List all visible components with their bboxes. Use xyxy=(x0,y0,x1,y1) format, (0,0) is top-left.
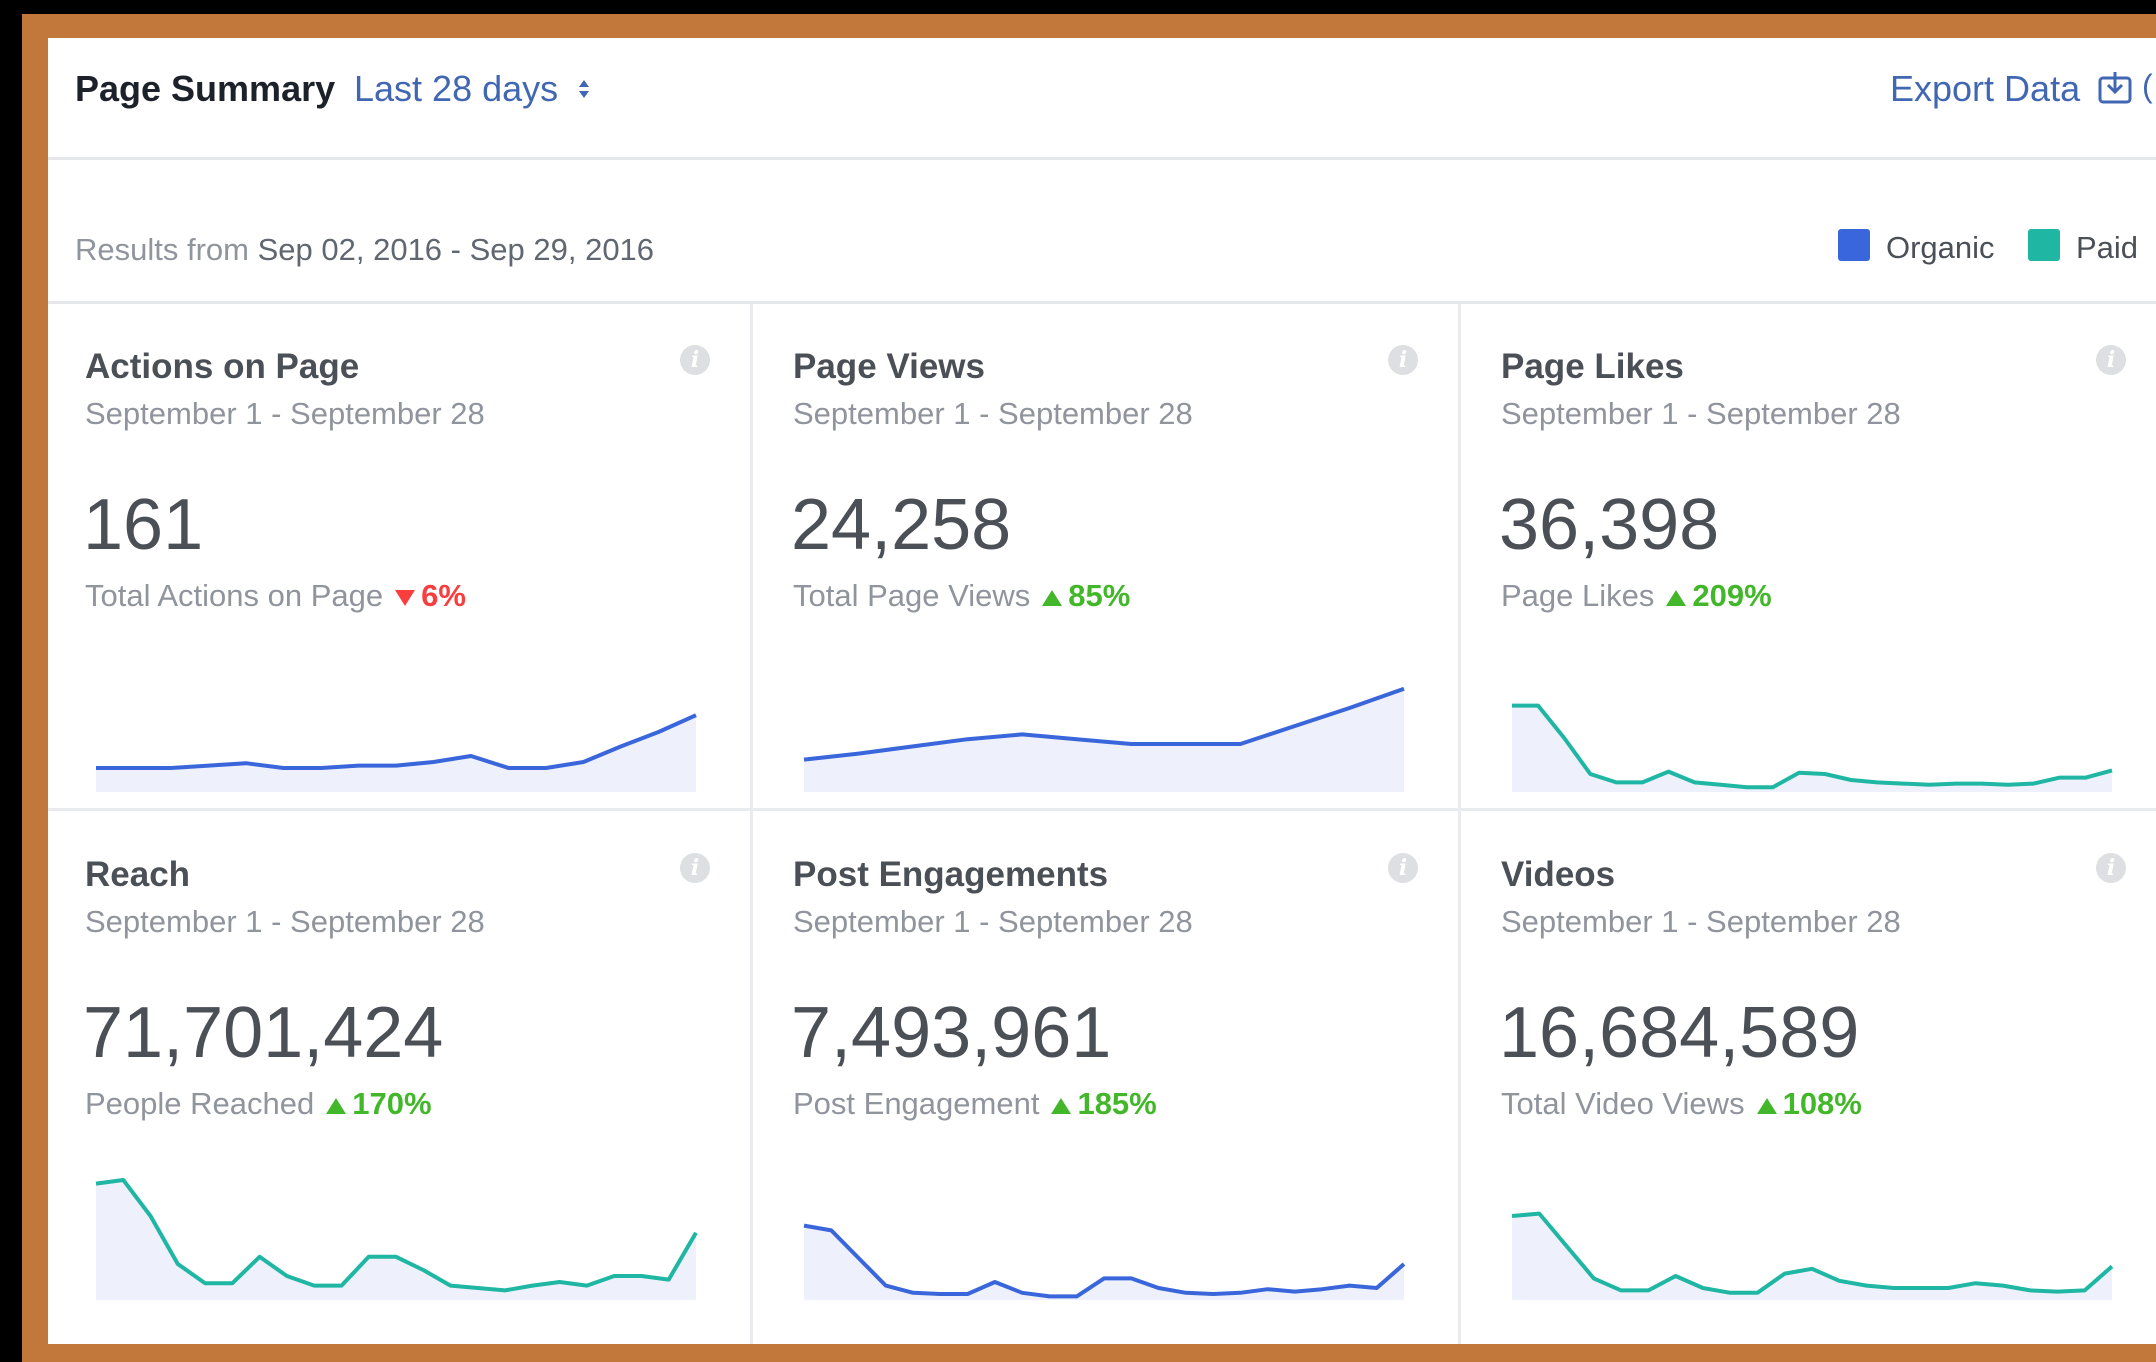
metric-card[interactable]: Actions on Page September 1 - September 2… xyxy=(48,304,748,844)
card-dates: September 1 - September 28 xyxy=(793,904,1193,939)
info-icon[interactable]: i xyxy=(2096,853,2126,883)
card-value: 71,701,424 xyxy=(83,993,444,1073)
metric-card[interactable]: Post Engagements September 1 - September … xyxy=(756,812,1456,1344)
results-dates: Sep 02, 2016 - Sep 29, 2016 xyxy=(257,232,655,267)
card-value: 24,258 xyxy=(791,485,1012,565)
card-title: Reach xyxy=(85,855,191,894)
export-partial-text: ( xyxy=(2142,68,2153,104)
card-title: Videos xyxy=(1501,855,1616,894)
info-icon[interactable]: i xyxy=(1388,853,1418,883)
sparkline-chart xyxy=(95,1178,698,1300)
legend-swatch-organic xyxy=(1838,229,1870,261)
legend-swatch-paid xyxy=(2028,229,2060,261)
card-change: 108% xyxy=(1782,1086,1862,1121)
card-label-text: Post Engagement xyxy=(793,1086,1040,1121)
export-icon[interactable] xyxy=(2096,68,2134,106)
trend-up-icon xyxy=(326,1097,347,1114)
card-dates: September 1 - September 28 xyxy=(85,396,485,431)
summary-header: Page Summary Last 28 days Export Data ( xyxy=(48,38,2156,160)
date-range-dropdown[interactable]: Last 28 days xyxy=(354,68,558,110)
card-value: 36,398 xyxy=(1499,485,1720,565)
card-dates: September 1 - September 28 xyxy=(793,396,1193,431)
page-title: Page Summary xyxy=(75,68,336,109)
results-bar: Results from Sep 02, 2016 - Sep 29, 2016… xyxy=(48,160,2156,304)
card-metric-label: Total Actions on Page 6% xyxy=(85,578,466,614)
sparkline-area xyxy=(96,1180,696,1300)
trend-up-icon xyxy=(1666,589,1687,606)
info-icon[interactable]: i xyxy=(680,345,710,375)
card-title: Page Likes xyxy=(1501,347,1684,386)
page-summary-panel: Page Summary Last 28 days Export Data ( … xyxy=(48,38,2156,1344)
trend-up-icon xyxy=(1042,589,1063,606)
grid-divider xyxy=(1458,304,1461,1344)
card-dates: September 1 - September 28 xyxy=(1501,396,1901,431)
card-label-text: Total Actions on Page xyxy=(85,578,384,613)
trend-up-icon xyxy=(1756,1097,1777,1114)
trend-up-icon xyxy=(1051,1097,1072,1114)
card-metric-label: Total Video Views 108% xyxy=(1501,1086,1862,1122)
card-change: 85% xyxy=(1068,578,1131,613)
card-change: 185% xyxy=(1077,1086,1157,1121)
export-data-link[interactable]: Export Data xyxy=(1890,68,2080,110)
metric-card[interactable]: Reach September 1 - September 28 i 71,701,4… xyxy=(48,812,748,1344)
card-value: 7,493,961 xyxy=(791,993,1112,1073)
card-title: Actions on Page xyxy=(85,347,360,386)
metric-card[interactable]: Videos September 1 - September 28 i 16,684,… xyxy=(1464,812,2156,1344)
sparkline-chart xyxy=(1511,1211,2114,1300)
card-label-text: People Reached xyxy=(85,1086,315,1121)
card-value: 16,684,589 xyxy=(1499,993,1860,1073)
sparkline-line xyxy=(1512,703,2113,790)
legend-label-paid: Paid xyxy=(2076,230,2139,265)
sparkline-chart xyxy=(803,1223,1406,1300)
legend-label-organic: Organic xyxy=(1886,230,1995,265)
card-metric-label: Total Page Views 85% xyxy=(793,578,1130,614)
info-icon[interactable]: i xyxy=(1388,345,1418,375)
metric-card[interactable]: Page Views September 1 - September 28 i 24,… xyxy=(756,304,1456,844)
card-dates: September 1 - September 28 xyxy=(1501,904,1901,939)
card-title: Page Views xyxy=(793,347,985,386)
info-icon[interactable]: i xyxy=(680,853,710,883)
grid-divider xyxy=(750,304,753,1344)
sort-caret-icon[interactable] xyxy=(574,74,594,104)
trend-down-icon xyxy=(395,589,416,606)
card-dates: September 1 - September 28 xyxy=(85,904,485,939)
card-change: 170% xyxy=(352,1086,432,1121)
card-metric-label: Page Likes 209% xyxy=(1501,578,1772,614)
results-prefix: Results from xyxy=(75,232,249,267)
card-change: 6% xyxy=(421,578,466,613)
card-label-text: Page Likes xyxy=(1501,578,1655,613)
results-range: Results from Sep 02, 2016 - Sep 29, 2016 xyxy=(75,232,654,268)
card-title: Post Engagements xyxy=(793,855,1109,894)
metric-card[interactable]: Page Likes September 1 - September 28 i 36,… xyxy=(1464,304,2156,844)
card-metric-label: People Reached 170% xyxy=(85,1086,432,1122)
info-icon[interactable]: i xyxy=(2096,345,2126,375)
card-label-text: Total Page Views xyxy=(793,578,1031,613)
card-value: 161 xyxy=(83,485,204,565)
card-label-text: Total Video Views xyxy=(1501,1086,1745,1121)
card-metric-label: Post Engagement 185% xyxy=(793,1086,1157,1122)
card-change: 209% xyxy=(1692,578,1772,613)
